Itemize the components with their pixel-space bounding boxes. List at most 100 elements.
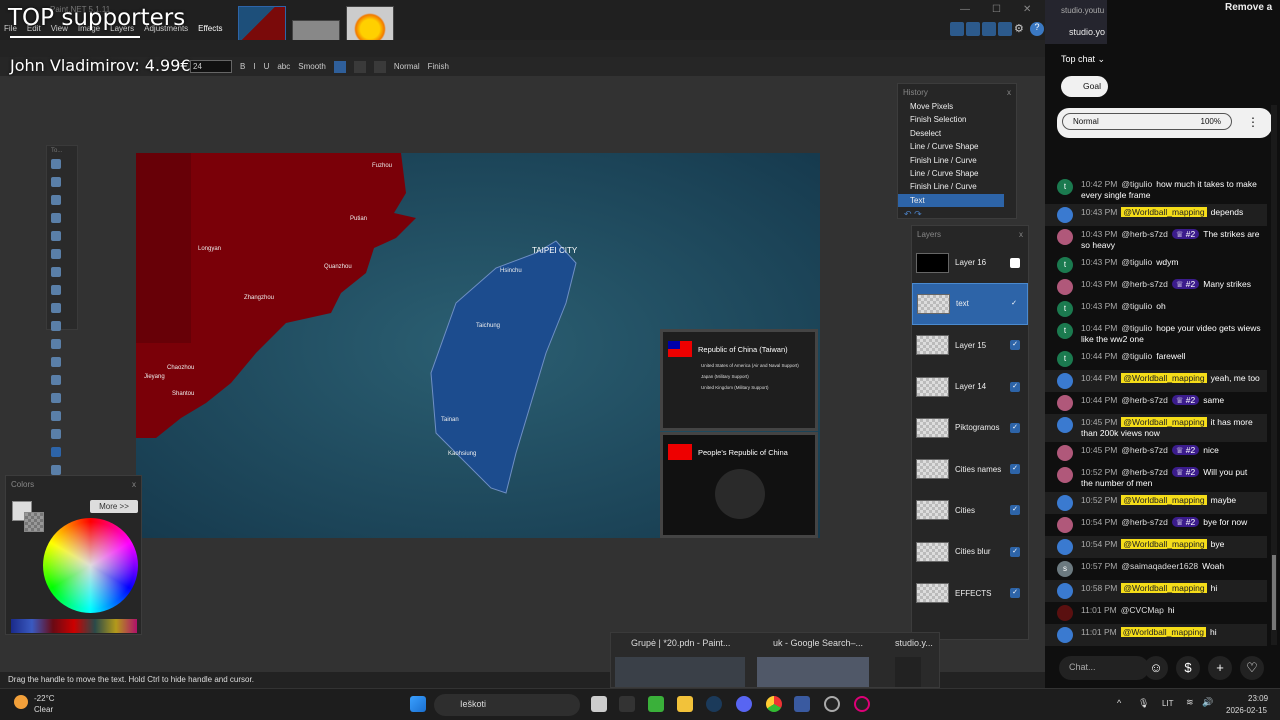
layer-visibility-checkbox[interactable]: ✓ — [1010, 588, 1020, 599]
pan-icon[interactable] — [51, 285, 61, 295]
message-author[interactable]: @herb-s7zd — [1121, 395, 1167, 405]
layer-visibility-checkbox[interactable]: ✓ — [1009, 298, 1019, 309]
preview-google[interactable]: uk - Google Search–... — [773, 638, 863, 648]
message-author[interactable]: @tigulio — [1121, 301, 1152, 311]
more-options-icon[interactable]: ⋮ — [1247, 115, 1259, 129]
microphone-icon[interactable]: 🎙 — [1138, 698, 1149, 709]
bold-button[interactable]: B — [240, 62, 245, 71]
chat-scrollbar[interactable] — [1271, 105, 1277, 645]
layer-visibility-checkbox[interactable]: ✓ — [1010, 464, 1020, 475]
recolor-icon[interactable] — [51, 429, 61, 439]
message-author[interactable]: @herb-s7zd — [1121, 517, 1167, 527]
colors-close-icon[interactable]: x — [132, 480, 136, 489]
avatar[interactable] — [1057, 445, 1073, 461]
line-icon[interactable] — [51, 465, 61, 475]
minecraft-icon[interactable] — [648, 696, 664, 712]
avatar[interactable] — [1057, 417, 1073, 433]
chat-input[interactable]: Chat... — [1059, 656, 1149, 680]
task-view-icon[interactable] — [591, 696, 607, 712]
emoji-icon[interactable]: ☺ — [1144, 656, 1168, 680]
layer-visibility-checkbox[interactable]: ✓ — [1010, 340, 1020, 351]
align-center-icon[interactable] — [353, 60, 366, 73]
message-author[interactable]: @Worldball_mapping — [1121, 539, 1207, 549]
message-author[interactable]: @herb-s7zd — [1121, 445, 1167, 455]
message-author[interactable]: @tigulio — [1121, 351, 1152, 361]
layer-item[interactable]: Cities ✓ — [912, 490, 1028, 531]
layers-window-icon[interactable] — [982, 22, 996, 36]
more-colors-button[interactable]: More >> — [90, 500, 138, 513]
message-author[interactable]: @herb-s7zd — [1121, 467, 1167, 477]
ellipse-select-icon[interactable] — [51, 231, 61, 241]
preview-google-thumb[interactable] — [757, 657, 869, 687]
avatar[interactable] — [1057, 583, 1073, 599]
preview-paint[interactable]: Grupė | *20.pdn - Paint... — [631, 638, 730, 648]
taskbar-search[interactable]: Ieškoti — [434, 694, 580, 716]
history-item[interactable]: Text — [898, 193, 1004, 208]
history-item[interactable]: Finish Line / Curve — [898, 180, 1016, 193]
heart-icon[interactable]: ♡ — [1240, 656, 1264, 680]
avatar[interactable] — [1057, 229, 1073, 245]
zoom-icon[interactable] — [51, 249, 61, 259]
tray-chevron-icon[interactable]: ^ — [1117, 698, 1121, 708]
chat-message-list[interactable]: t 10:42 PM @tigulio how much it takes to ma… — [1045, 150, 1267, 646]
history-item[interactable]: Finish Selection — [898, 113, 1016, 126]
antialias-dropdown[interactable]: Smooth — [298, 62, 326, 71]
browser-tab-2[interactable]: studio.yo — [1069, 27, 1105, 37]
add-icon[interactable]: + — [1208, 656, 1232, 680]
avatar[interactable] — [1057, 627, 1073, 643]
history-window-icon[interactable] — [966, 22, 980, 36]
history-item[interactable]: Line / Curve Shape — [898, 140, 1016, 153]
davinci-icon[interactable] — [619, 696, 635, 712]
menu-effects[interactable]: Effects — [198, 24, 222, 33]
avatar[interactable]: t — [1057, 351, 1073, 367]
message-author[interactable]: @Worldball_mapping — [1121, 373, 1207, 383]
layer-visibility-checkbox[interactable]: ✓ — [1010, 381, 1020, 392]
blend-mode-dropdown[interactable]: Normal — [394, 62, 420, 71]
colors-window-icon[interactable] — [998, 22, 1012, 36]
layers-close-icon[interactable]: x — [1019, 230, 1023, 239]
avatar[interactable] — [1057, 517, 1073, 533]
layer-visibility-checkbox[interactable]: ✓ — [1010, 546, 1020, 557]
maximize-icon[interactable]: ☐ — [992, 4, 1001, 15]
picker-icon[interactable] — [51, 393, 61, 403]
chrome-icon[interactable] — [766, 696, 782, 712]
super-chat-icon[interactable]: $ — [1176, 656, 1200, 680]
secondary-color-swatch[interactable] — [24, 512, 44, 532]
avatar[interactable]: t — [1057, 179, 1073, 195]
paintnet-icon[interactable] — [794, 696, 810, 712]
clock-date[interactable]: 2026-02-15 — [1226, 706, 1267, 715]
remove-header[interactable]: Remove a — [1225, 2, 1272, 14]
color-wheel[interactable] — [43, 518, 138, 613]
avatar[interactable] — [1057, 207, 1073, 223]
move-selection-icon[interactable] — [51, 213, 61, 223]
top-chat-dropdown[interactable]: Top chat ⌄ — [1061, 54, 1105, 65]
font-size-input[interactable] — [190, 60, 232, 73]
preview-studio[interactable]: studio.y... — [895, 638, 933, 648]
layer-visibility-checkbox[interactable]: ✓ — [1010, 505, 1020, 516]
help-icon[interactable]: ? — [1030, 22, 1044, 36]
layer-visibility-checkbox[interactable] — [1010, 257, 1020, 268]
avatar[interactable] — [1057, 395, 1073, 411]
avatar[interactable] — [1057, 495, 1073, 511]
history-item[interactable]: Move Pixels — [898, 100, 1016, 113]
layer-item[interactable]: Cities blur ✓ — [912, 531, 1028, 572]
layer-item[interactable]: Layer 15 ✓ — [912, 325, 1028, 366]
history-item[interactable]: Finish Line / Curve — [898, 154, 1016, 167]
history-item[interactable]: Line / Curve Shape — [898, 167, 1016, 180]
message-author[interactable]: @herb-s7zd — [1121, 279, 1167, 289]
rect-select-icon[interactable] — [51, 159, 61, 169]
volume-icon[interactable]: 🔊 — [1202, 697, 1213, 708]
avatar[interactable] — [1057, 605, 1073, 621]
discord-icon[interactable] — [736, 696, 752, 712]
message-author[interactable]: @Worldball_mapping — [1121, 583, 1207, 593]
minimize-icon[interactable]: — — [960, 4, 970, 15]
finish-button[interactable]: Finish — [428, 62, 449, 71]
preview-paint-thumb[interactable] — [615, 657, 745, 687]
underline-button[interactable]: U — [264, 62, 270, 71]
layer-item[interactable]: EFFECTS ✓ — [912, 572, 1028, 613]
avatar[interactable]: t — [1057, 323, 1073, 339]
media-player-icon[interactable] — [854, 696, 870, 712]
message-author[interactable]: @tigulio — [1121, 323, 1152, 333]
clock-time[interactable]: 23:09 — [1248, 694, 1268, 703]
color-palette[interactable] — [11, 619, 137, 633]
